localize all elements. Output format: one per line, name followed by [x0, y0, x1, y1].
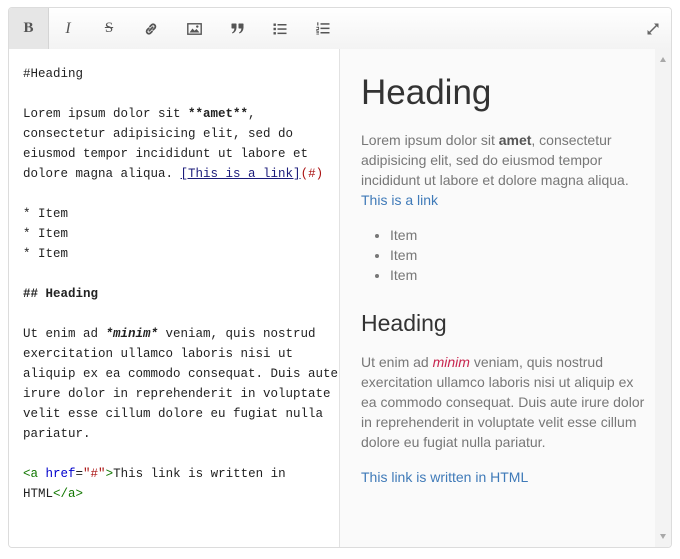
toolbar: B I S	[9, 8, 671, 50]
link-icon	[145, 23, 157, 34]
preview-paragraph: Lorem ipsum dolor sit amet, consectetur …	[361, 130, 645, 210]
scroll-up-arrow-icon[interactable]	[660, 57, 666, 62]
markdown-source-pane[interactable]: #Heading Lorem ipsum dolor sit **amet**,…	[9, 49, 340, 547]
preview-scrollbar[interactable]	[655, 49, 671, 547]
md-html-attr: href	[45, 467, 76, 481]
image-icon	[186, 22, 202, 35]
preview-pane: Heading Lorem ipsum dolor sit amet, cons…	[340, 49, 671, 547]
preview-bold-text: amet	[498, 132, 532, 148]
preview-paragraph: Ut enim ad minim veniam, quis nostrud ex…	[361, 352, 645, 452]
md-bold-text: **amet**	[188, 107, 249, 121]
bold-button[interactable]: B	[9, 8, 49, 49]
md-heading-line: #Heading	[23, 67, 84, 81]
italic-button[interactable]: I	[48, 8, 88, 49]
md-text: Ut enim ad	[23, 327, 106, 341]
preview-content: Heading Lorem ipsum dolor sit amet, cons…	[361, 49, 645, 487]
preview-subheading: Heading	[361, 310, 447, 336]
preview-bullet-list: Item Item Item	[361, 225, 645, 285]
preview-heading: Heading	[361, 73, 492, 112]
image-button[interactable]	[174, 8, 214, 49]
numbered-list-icon	[316, 22, 330, 35]
markdown-source[interactable]: #Heading Lorem ipsum dolor sit **amet**,…	[23, 64, 338, 504]
list-item: Item	[390, 225, 645, 245]
md-html-end-tag: </a>	[53, 487, 84, 501]
bullet-list-button[interactable]	[260, 8, 300, 49]
strikethrough-button[interactable]: S	[89, 8, 129, 49]
md-text: veniam, quis nostrud exercitation ullamc…	[23, 327, 339, 441]
md-subheading-line: ## Heading	[23, 287, 99, 301]
preview-paragraph: This link is written in HTML	[361, 467, 645, 487]
preview-text: Lorem ipsum dolor sit	[361, 132, 499, 148]
preview-text: Ut enim ad	[361, 354, 433, 370]
quote-button[interactable]	[217, 8, 257, 49]
link-button[interactable]	[131, 8, 171, 49]
bold-icon: B	[23, 20, 34, 36]
quote-icon	[231, 23, 243, 34]
md-list: * Item * Item * Item	[23, 207, 69, 261]
list-item: Item	[390, 245, 645, 265]
md-link-url: (#)	[300, 167, 324, 181]
strikethrough-icon: S	[104, 20, 114, 36]
fullscreen-icon	[647, 23, 659, 34]
md-html-string: "#"	[83, 467, 106, 481]
list-item: Item	[390, 265, 645, 285]
md-text: Lorem ipsum dolor sit	[23, 107, 189, 121]
scroll-down-arrow-icon[interactable]	[660, 534, 666, 539]
preview-italic-text: minim	[432, 354, 470, 370]
md-html-tag-close: >	[105, 467, 114, 481]
fullscreen-button[interactable]	[633, 8, 671, 49]
md-html-eq: =	[75, 467, 84, 481]
md-link-text: [This is a link]	[180, 167, 301, 181]
md-html-tag-open: <a	[23, 467, 46, 481]
preview-link[interactable]: This is a link	[361, 192, 438, 208]
md-italic-text: *minim*	[105, 327, 159, 341]
bullet-list-icon	[273, 23, 287, 34]
numbered-list-button[interactable]	[303, 8, 343, 49]
italic-icon: I	[65, 19, 71, 37]
preview-html-link[interactable]: This link is written in HTML	[361, 469, 528, 485]
markdown-editor: B I S #Heading Lorem ipsum dolor sit **a…	[8, 7, 672, 548]
